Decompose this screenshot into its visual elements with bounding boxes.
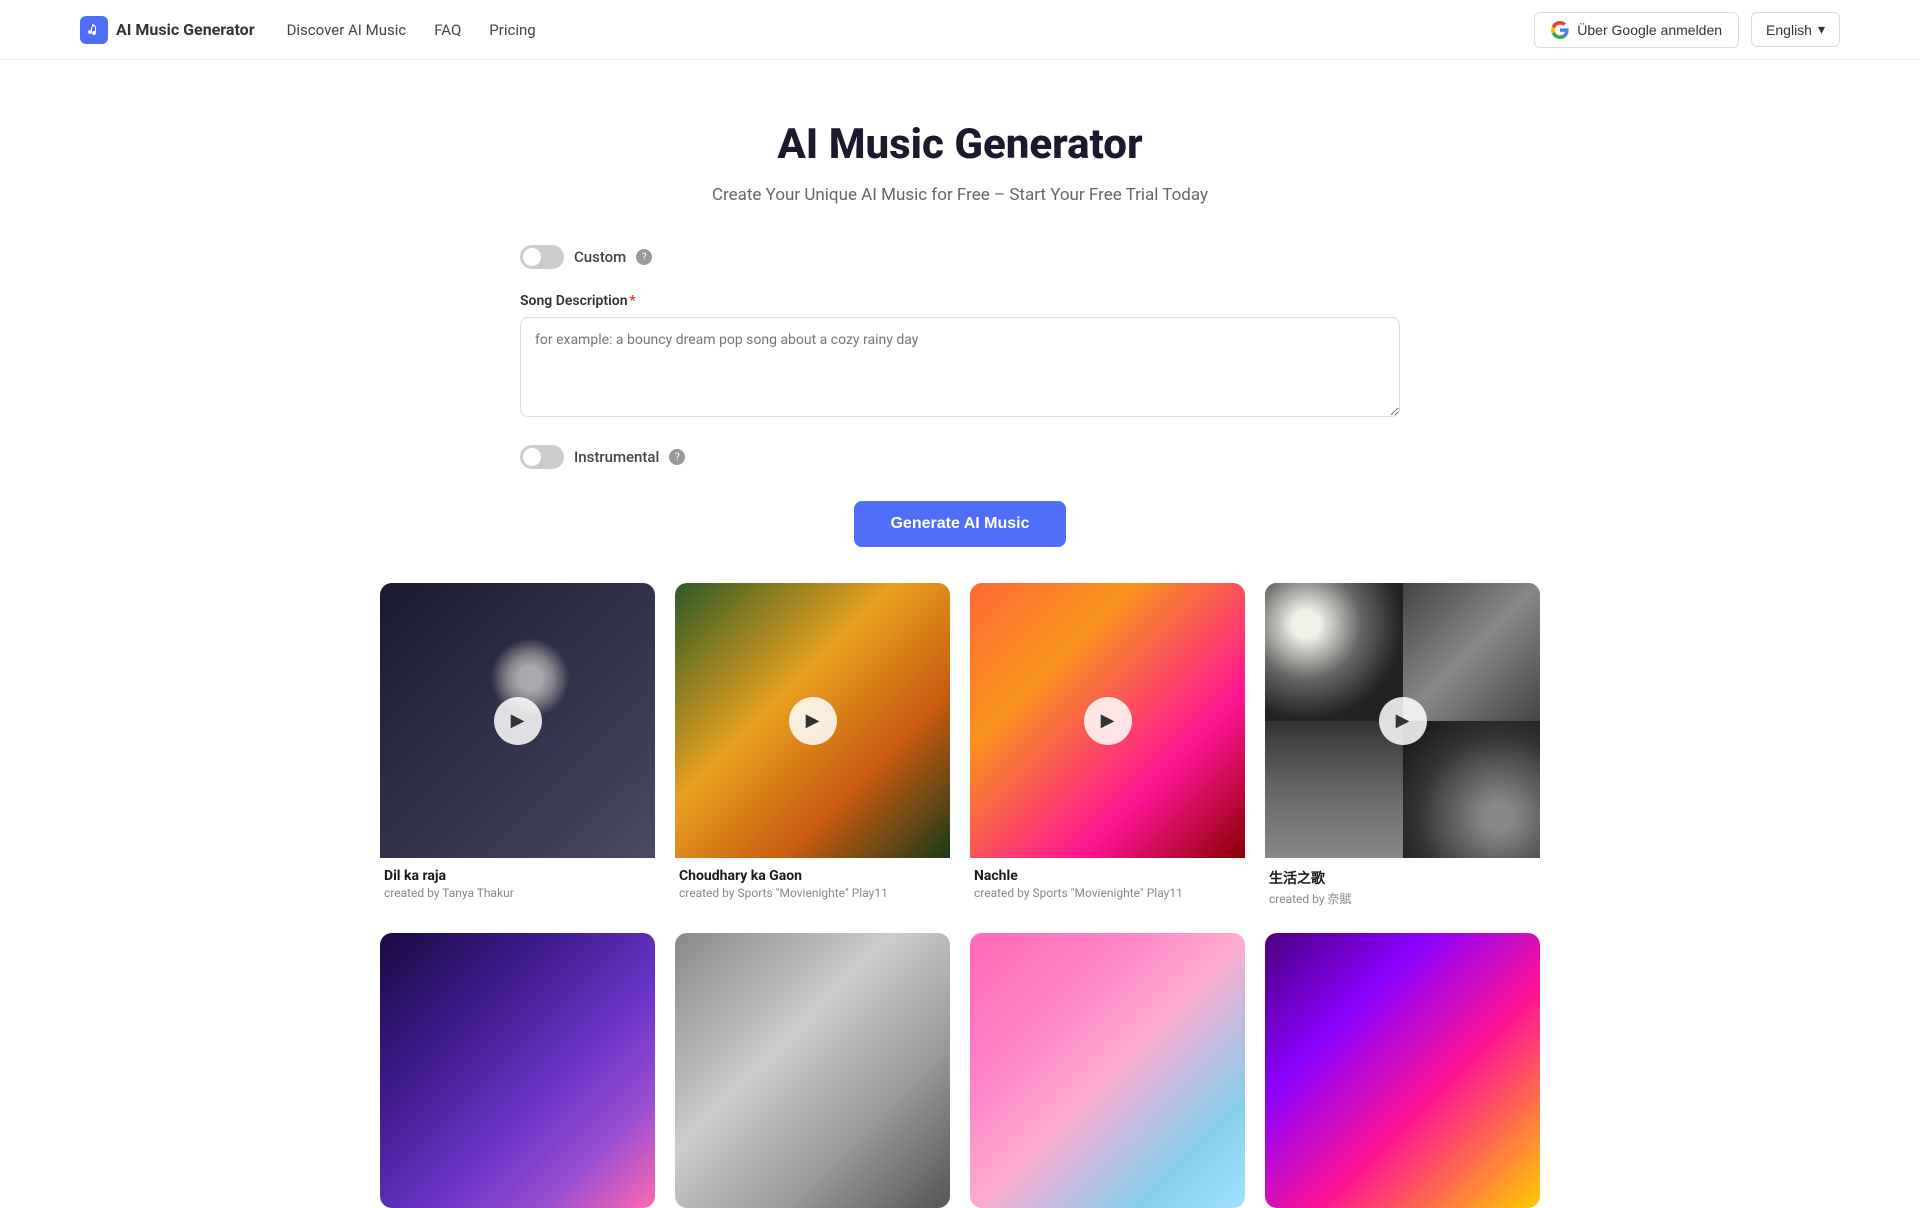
card-thumbnail: ▶: [1265, 583, 1540, 858]
music-grid: ▶ Dil ka raja created by Tanya Thakur ▶ …: [360, 583, 1560, 1208]
card-creator: created by Tanya Thakur: [384, 886, 651, 900]
music-card[interactable]: ▶ Choudhary ka Gaon created by Sports "M…: [675, 583, 950, 913]
song-description-field: Song Description*: [520, 293, 1400, 421]
play-button[interactable]: ▶: [1379, 697, 1427, 745]
card-title: 生活之歌: [1269, 868, 1536, 888]
navbar: AI Music Generator Discover AI Music FAQ…: [0, 0, 1920, 60]
instrumental-toggle[interactable]: [520, 445, 564, 469]
card-thumbnail: ▶: [675, 583, 950, 858]
card-thumbnail: [380, 933, 655, 1208]
nav-faq[interactable]: FAQ: [434, 21, 461, 39]
logo-text: AI Music Generator: [116, 20, 255, 39]
music-card[interactable]: [970, 933, 1245, 1208]
logo-link[interactable]: AI Music Generator: [80, 16, 255, 44]
music-card[interactable]: [380, 933, 655, 1208]
hero-subtitle: Create Your Unique AI Music for Free – S…: [20, 185, 1900, 205]
play-button[interactable]: ▶: [789, 697, 837, 745]
music-card[interactable]: ▶ 生活之歌 created by 奈賦: [1265, 583, 1540, 913]
generate-button[interactable]: Generate AI Music: [854, 501, 1065, 547]
song-description-label: Song Description*: [520, 293, 1400, 309]
card-info: 生活之歌 created by 奈賦: [1265, 858, 1540, 913]
instrumental-toggle-slider: [520, 445, 564, 469]
card-creator: created by Sports "Movienighte" Play11: [974, 886, 1241, 900]
card-title: Dil ka raja: [384, 868, 651, 884]
navbar-links: Discover AI Music FAQ Pricing: [287, 21, 1535, 39]
play-button[interactable]: ▶: [1084, 697, 1132, 745]
hero-title: AI Music Generator: [20, 120, 1900, 169]
card-image-7: [970, 933, 1245, 1208]
navbar-right: Über Google anmelden English ▾: [1534, 12, 1840, 48]
song-description-input[interactable]: [520, 317, 1400, 417]
card-thumbnail: [1265, 933, 1540, 1208]
language-label: English: [1766, 22, 1812, 38]
music-card[interactable]: [675, 933, 950, 1208]
music-card[interactable]: [1265, 933, 1540, 1208]
quadrant-1: [1265, 583, 1403, 721]
card-info: Choudhary ka Gaon created by Sports "Mov…: [675, 858, 950, 906]
card-title: Nachle: [974, 868, 1241, 884]
google-login-button[interactable]: Über Google anmelden: [1534, 12, 1739, 48]
logo-icon: [80, 16, 108, 44]
quadrant-3: [1265, 721, 1403, 859]
instrumental-info-icon[interactable]: ?: [669, 449, 685, 465]
google-icon: [1551, 21, 1569, 39]
card-title: Choudhary ka Gaon: [679, 868, 946, 884]
instrumental-toggle-row: Instrumental ?: [520, 445, 1400, 469]
music-card[interactable]: ▶ Nachle created by Sports "Movienighte"…: [970, 583, 1245, 913]
form-section: Custom ? Song Description* Instrumental …: [500, 245, 1420, 469]
nav-discover[interactable]: Discover AI Music: [287, 21, 407, 39]
custom-toggle-row: Custom ?: [520, 245, 1400, 269]
card-thumbnail: ▶: [380, 583, 655, 858]
language-selector-button[interactable]: English ▾: [1751, 12, 1840, 47]
card-info: Nachle created by Sports "Movienighte" P…: [970, 858, 1245, 906]
card-image-8: [1265, 933, 1540, 1208]
card-thumbnail: ▶: [970, 583, 1245, 858]
music-card[interactable]: ▶ Dil ka raja created by Tanya Thakur: [380, 583, 655, 913]
card-thumbnail: [675, 933, 950, 1208]
quadrant-4: [1403, 721, 1541, 859]
generate-button-wrap: Generate AI Music: [0, 501, 1920, 547]
nav-pricing[interactable]: Pricing: [489, 21, 535, 39]
google-login-text: Über Google anmelden: [1577, 22, 1722, 38]
chevron-down-icon: ▾: [1818, 21, 1825, 38]
custom-toggle[interactable]: [520, 245, 564, 269]
card-image-6: [675, 933, 950, 1208]
card-info: Dil ka raja created by Tanya Thakur: [380, 858, 655, 906]
play-button[interactable]: ▶: [494, 697, 542, 745]
hero-section: AI Music Generator Create Your Unique AI…: [0, 60, 1920, 245]
card-creator: created by Sports "Movienighte" Play11: [679, 886, 946, 900]
card-image-5: [380, 933, 655, 1208]
custom-toggle-slider: [520, 245, 564, 269]
instrumental-label: Instrumental: [574, 448, 659, 466]
card-creator: created by 奈賦: [1269, 890, 1536, 907]
custom-label: Custom: [574, 248, 626, 266]
custom-info-icon[interactable]: ?: [636, 249, 652, 265]
card-thumbnail: [970, 933, 1245, 1208]
quadrant-2: [1403, 583, 1541, 721]
